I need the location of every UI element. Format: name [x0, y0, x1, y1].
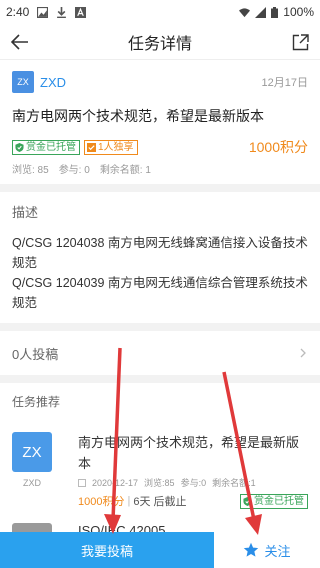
escrow-badge-label: 赏金已托管	[26, 141, 76, 153]
shield-icon	[15, 142, 24, 152]
submissions-row[interactable]: 0人投稿	[0, 331, 320, 375]
publisher-name[interactable]: ZXD	[40, 75, 66, 90]
avatar[interactable]: ZX	[12, 71, 34, 93]
description-label: 描述	[12, 205, 39, 220]
battery-percent: 100%	[283, 5, 314, 19]
views-count: 浏览: 85	[12, 165, 49, 176]
status-bar: 2:40 100%	[0, 0, 320, 24]
share-icon	[292, 33, 309, 50]
rec-foot: 1000积分 | 6天 后截止 赏金已托管	[78, 493, 308, 509]
recommendations-label: 任务推荐	[12, 395, 61, 409]
page-title: 任务详情	[127, 35, 192, 53]
reward-points: 1000积分	[248, 139, 308, 155]
app-bar: 任务详情	[0, 24, 320, 60]
text-app-icon	[75, 6, 87, 18]
remaining-slots: 剩余名额: 1	[99, 165, 151, 176]
tag-row: 赏金已托管 1人独享 1000积分	[12, 138, 308, 156]
back-button[interactable]	[8, 30, 32, 54]
escrow-badge: 赏金已托管	[240, 493, 308, 509]
rec-deadline: 6天 后截止	[133, 496, 187, 508]
submit-button[interactable]: 我要投稿	[0, 532, 214, 568]
signal-icon	[255, 6, 267, 18]
rec-points: 1000积分	[78, 496, 125, 508]
bottom-action-bar: 我要投稿 关注	[0, 532, 320, 568]
battery-icon	[271, 6, 279, 18]
calendar-icon	[78, 478, 86, 487]
description-text: Q/CSG 1204038 南方电网无线蜂窝通信接入设备技术规范 Q/CSG 1…	[12, 236, 308, 310]
rec-meta: 2020-12-17 浏览:85 参与:0 剩余名额:1	[78, 476, 308, 489]
shield-icon	[243, 496, 252, 506]
arrow-left-icon	[11, 34, 28, 50]
description-card: 描述 Q/CSG 1204038 南方电网无线蜂窝通信接入设备技术规范 Q/CS…	[0, 192, 320, 323]
rec-title: 南方电网两个技术规范，希望是最新版本	[78, 435, 300, 471]
avatar-name: ZXD	[23, 478, 41, 488]
rec-views: 浏览:85	[144, 478, 175, 488]
task-header-card: ZX ZXD 12月17日 南方电网两个技术规范，希望是最新版本 赏金已托管 1…	[0, 60, 320, 184]
rec-participants: 参与:0	[180, 478, 207, 488]
rec-avatar-wrap: ZX ZXD	[12, 432, 52, 509]
task-title: 南方电网两个技术规范，希望是最新版本	[12, 108, 264, 124]
escrow-badge: 赏金已托管	[12, 139, 80, 155]
avatar: ZX	[12, 432, 52, 472]
rec-date: 2020-12-17	[92, 477, 139, 488]
chevron-right-icon	[300, 348, 306, 358]
submissions-count: 0人投稿	[12, 346, 59, 362]
image-icon	[37, 6, 49, 18]
task-stats: 浏览: 85 参与: 0 剩余名额: 1	[12, 161, 308, 176]
participants-count: 参与: 0	[58, 165, 90, 176]
exclusive-badge-label: 1人独享	[98, 141, 134, 153]
download-icon	[57, 6, 67, 18]
publisher-row[interactable]: ZX ZXD 12月17日	[12, 70, 308, 94]
check-box-icon	[87, 142, 96, 152]
star-icon	[244, 542, 259, 557]
share-button[interactable]	[288, 30, 312, 54]
status-time: 2:40	[6, 5, 30, 19]
list-item[interactable]: ZX ZXD 南方电网两个技术规范，希望是最新版本 2020-12-17 浏览:…	[12, 432, 308, 509]
wifi-icon	[239, 7, 251, 17]
divider: |	[127, 495, 131, 507]
rec-body: 南方电网两个技术规范，希望是最新版本 2020-12-17 浏览:85 参与:0…	[78, 432, 308, 509]
post-date: 12月17日	[261, 77, 308, 89]
follow-button[interactable]: 关注	[214, 532, 320, 568]
exclusive-badge: 1人独享	[84, 139, 138, 155]
escrow-badge-label: 赏金已托管	[254, 495, 304, 507]
follow-label: 关注	[264, 543, 291, 559]
rec-remaining: 剩余名额:1	[212, 478, 256, 488]
